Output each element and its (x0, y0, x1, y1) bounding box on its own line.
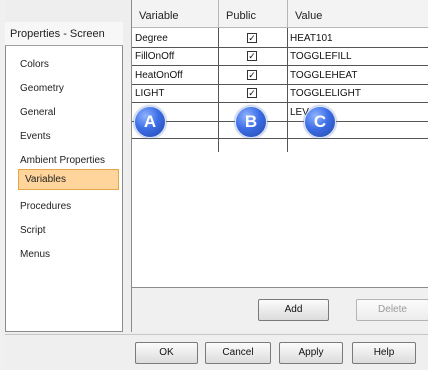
value-cell[interactable]: HEAT101 (290, 33, 333, 44)
add-button[interactable]: Add (258, 299, 329, 321)
callout-badge-c: C (304, 106, 336, 138)
public-checkbox[interactable]: ✓ (247, 70, 257, 80)
sidebar-item-menus[interactable]: Menus (20, 249, 50, 260)
variable-cell[interactable]: Degree (135, 33, 168, 44)
sidebar-item-ambient-properties[interactable]: Ambient Properties (20, 155, 105, 166)
cancel-button[interactable]: Cancel (205, 342, 271, 364)
row-divider (132, 121, 428, 122)
column-header-value[interactable]: Value (288, 0, 428, 28)
panel-title: Properties - Screen (5, 22, 123, 46)
sidebar-item-colors[interactable]: Colors (20, 59, 49, 70)
column-header-public[interactable]: Public (219, 0, 288, 28)
apply-button[interactable]: Apply (279, 342, 343, 364)
row-divider (132, 65, 428, 66)
row-divider (132, 102, 428, 103)
variable-cell[interactable]: HeatOnOff (135, 70, 183, 81)
variables-grid: Variable Public Value (131, 0, 428, 288)
row-divider (132, 138, 428, 139)
sidebar-item-variables[interactable]: Variables (18, 169, 119, 190)
sidebar-item-script[interactable]: Script (20, 225, 46, 236)
sidebar-item-events[interactable]: Events (20, 131, 51, 142)
value-cell[interactable]: TOGGLELIGHT (290, 88, 361, 99)
public-checkbox[interactable]: ✓ (247, 51, 257, 61)
callout-badge-b: B (235, 106, 267, 138)
row-divider (132, 47, 428, 48)
sidebar-item-procedures[interactable]: Procedures (20, 201, 71, 212)
help-button[interactable]: Help (352, 342, 416, 364)
variable-cell[interactable]: LIGHT (135, 88, 164, 99)
properties-dialog: Properties - Screen Colors Geometry Gene… (0, 0, 428, 370)
sidebar-item-geometry[interactable]: Geometry (20, 83, 64, 94)
dialog-footer: OK Cancel Apply Help (5, 334, 428, 370)
variable-cell[interactable]: FillOnOff (135, 51, 174, 62)
value-cell[interactable]: TOGGLEHEAT (290, 70, 357, 81)
row-divider (132, 84, 428, 85)
delete-button[interactable]: Delete (356, 299, 428, 321)
column-header-variable[interactable]: Variable (132, 0, 219, 28)
ok-button[interactable]: OK (135, 342, 198, 364)
value-cell[interactable]: TOGGLEFILL (290, 51, 352, 62)
public-checkbox[interactable]: ✓ (247, 88, 257, 98)
sidebar-item-general[interactable]: General (20, 107, 56, 118)
grid-action-bar: Add Delete (131, 288, 428, 332)
public-checkbox[interactable]: ✓ (247, 33, 257, 43)
callout-badge-a: A (134, 106, 166, 138)
